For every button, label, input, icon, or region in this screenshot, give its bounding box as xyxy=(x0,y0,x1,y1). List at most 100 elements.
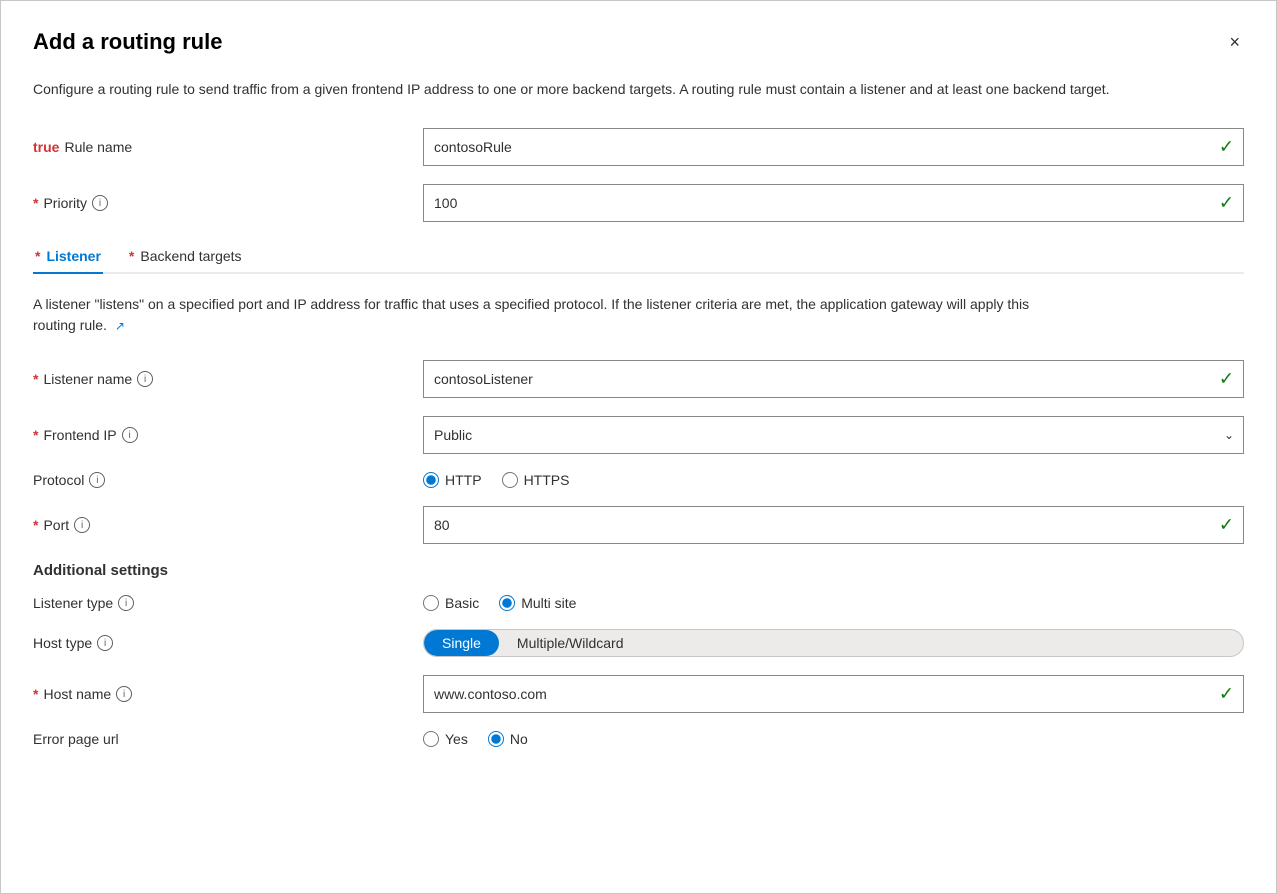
listener-name-row: * Listener name i ✓ xyxy=(33,360,1244,398)
port-required-star: * xyxy=(33,517,38,533)
protocol-https-option[interactable]: HTTPS xyxy=(502,472,570,488)
additional-settings-section: Additional settings Listener type i Basi… xyxy=(33,562,1244,747)
port-label: * Port i xyxy=(33,517,423,533)
listener-tab-required-star: * xyxy=(35,248,40,264)
host-type-label: Host type i xyxy=(33,635,423,651)
frontend-ip-row: * Frontend IP i Public Private ⌄ xyxy=(33,416,1244,454)
tab-listener[interactable]: * Listener xyxy=(33,240,103,274)
priority-label: * Priority i xyxy=(33,195,423,211)
protocol-info-icon[interactable]: i xyxy=(89,472,105,488)
external-link-icon[interactable]: ↗ xyxy=(115,317,125,335)
protocol-label-text: Protocol xyxy=(33,472,84,488)
protocol-http-radio[interactable] xyxy=(423,472,439,488)
listener-type-label: Listener type i xyxy=(33,595,423,611)
protocol-http-option[interactable]: HTTP xyxy=(423,472,482,488)
host-type-multiple-wildcard-button[interactable]: Multiple/Wildcard xyxy=(499,630,642,656)
frontend-ip-label-text: Frontend IP xyxy=(43,427,116,443)
error-page-url-yes-radio[interactable] xyxy=(423,731,439,747)
port-row: * Port i ✓ xyxy=(33,506,1244,544)
protocol-radio-group: HTTP HTTPS xyxy=(423,472,1244,488)
error-page-url-label: Error page url xyxy=(33,731,423,747)
tab-backend-targets[interactable]: * Backend targets xyxy=(127,240,244,272)
listener-type-info-icon[interactable]: i xyxy=(118,595,134,611)
protocol-row: Protocol i HTTP HTTPS xyxy=(33,472,1244,488)
dialog-title: Add a routing rule xyxy=(33,29,222,55)
host-name-row: * Host name i ✓ xyxy=(33,675,1244,713)
listener-type-multisite-label: Multi site xyxy=(521,595,576,611)
additional-settings-title: Additional settings xyxy=(33,562,1244,579)
port-input-wrap: ✓ xyxy=(423,506,1244,544)
rule-name-text: Rule name xyxy=(64,139,132,155)
rule-name-input-wrap: ✓ xyxy=(423,128,1244,166)
listener-name-input[interactable] xyxy=(423,360,1244,398)
frontend-ip-required-star: * xyxy=(33,427,38,443)
frontend-ip-dropdown: Public Private ⌄ xyxy=(423,416,1244,454)
host-type-toggle-group: Single Multiple/Wildcard xyxy=(423,629,1244,657)
priority-info-icon[interactable]: i xyxy=(92,195,108,211)
listener-name-check-icon: ✓ xyxy=(1219,369,1234,390)
host-type-info-icon[interactable]: i xyxy=(97,635,113,651)
listener-type-basic-label: Basic xyxy=(445,595,479,611)
priority-check-icon: ✓ xyxy=(1219,193,1234,214)
listener-type-label-text: Listener type xyxy=(33,595,113,611)
frontend-ip-select-wrap: Public Private ⌄ xyxy=(423,416,1244,454)
listener-tab-label: Listener xyxy=(46,248,100,264)
listener-name-input-wrap: ✓ xyxy=(423,360,1244,398)
close-button[interactable]: × xyxy=(1225,29,1244,55)
tabs-row: * Listener * Backend targets xyxy=(33,240,1244,274)
listener-type-options-wrap: Basic Multi site xyxy=(423,595,1244,611)
frontend-ip-select[interactable]: Public Private xyxy=(423,416,1244,454)
error-page-url-row: Error page url Yes No xyxy=(33,731,1244,747)
listener-type-radio-group: Basic Multi site xyxy=(423,595,1244,611)
host-name-label: * Host name i xyxy=(33,686,423,702)
host-type-single-button[interactable]: Single xyxy=(424,630,499,656)
listener-name-label-text: Listener name xyxy=(43,371,132,387)
rule-name-label: true Rule name xyxy=(33,139,423,155)
priority-input-wrap: ✓ xyxy=(423,184,1244,222)
error-page-url-no-option[interactable]: No xyxy=(488,731,528,747)
protocol-https-label: HTTPS xyxy=(524,472,570,488)
host-name-info-icon[interactable]: i xyxy=(116,686,132,702)
protocol-label: Protocol i xyxy=(33,472,423,488)
dialog-description: Configure a routing rule to send traffic… xyxy=(33,79,1133,100)
rule-name-check-icon: ✓ xyxy=(1219,137,1234,158)
host-name-required-star: * xyxy=(33,686,38,702)
dialog-header: Add a routing rule × xyxy=(33,29,1244,55)
error-page-url-no-radio[interactable] xyxy=(488,731,504,747)
protocol-options-wrap: HTTP HTTPS xyxy=(423,472,1244,488)
rule-name-row: true Rule name ✓ xyxy=(33,128,1244,166)
listener-type-basic-option[interactable]: Basic xyxy=(423,595,479,611)
listener-type-basic-radio[interactable] xyxy=(423,595,439,611)
listener-type-multisite-option[interactable]: Multi site xyxy=(499,595,576,611)
add-routing-rule-dialog: Add a routing rule × Configure a routing… xyxy=(0,0,1277,894)
priority-required-star: * xyxy=(33,195,38,211)
frontend-ip-label: * Frontend IP i xyxy=(33,427,423,443)
protocol-http-label: HTTP xyxy=(445,472,482,488)
error-page-url-options-wrap: Yes No xyxy=(423,731,1244,747)
listener-name-info-icon[interactable]: i xyxy=(137,371,153,387)
priority-label-text: Priority xyxy=(43,195,87,211)
tab-description-text: A listener "listens" on a specified port… xyxy=(33,296,1029,333)
error-page-url-no-label: No xyxy=(510,731,528,747)
host-type-toggle-wrap: Single Multiple/Wildcard xyxy=(423,629,1244,657)
tab-description: A listener "listens" on a specified port… xyxy=(33,294,1033,336)
port-input[interactable] xyxy=(423,506,1244,544)
host-type-label-text: Host type xyxy=(33,635,92,651)
listener-name-required-star: * xyxy=(33,371,38,387)
host-name-input-wrap: ✓ xyxy=(423,675,1244,713)
priority-input[interactable] xyxy=(423,184,1244,222)
listener-type-multisite-radio[interactable] xyxy=(499,595,515,611)
host-type-row: Host type i Single Multiple/Wildcard xyxy=(33,629,1244,657)
rule-name-input[interactable] xyxy=(423,128,1244,166)
rule-name-required-star: true xyxy=(33,139,59,155)
error-page-url-yes-label: Yes xyxy=(445,731,468,747)
priority-row: * Priority i ✓ xyxy=(33,184,1244,222)
host-name-input[interactable] xyxy=(423,675,1244,713)
port-label-text: Port xyxy=(43,517,69,533)
port-info-icon[interactable]: i xyxy=(74,517,90,533)
listener-name-label: * Listener name i xyxy=(33,371,423,387)
protocol-https-radio[interactable] xyxy=(502,472,518,488)
frontend-ip-info-icon[interactable]: i xyxy=(122,427,138,443)
error-page-url-yes-option[interactable]: Yes xyxy=(423,731,468,747)
backend-tab-required-star: * xyxy=(129,248,134,264)
